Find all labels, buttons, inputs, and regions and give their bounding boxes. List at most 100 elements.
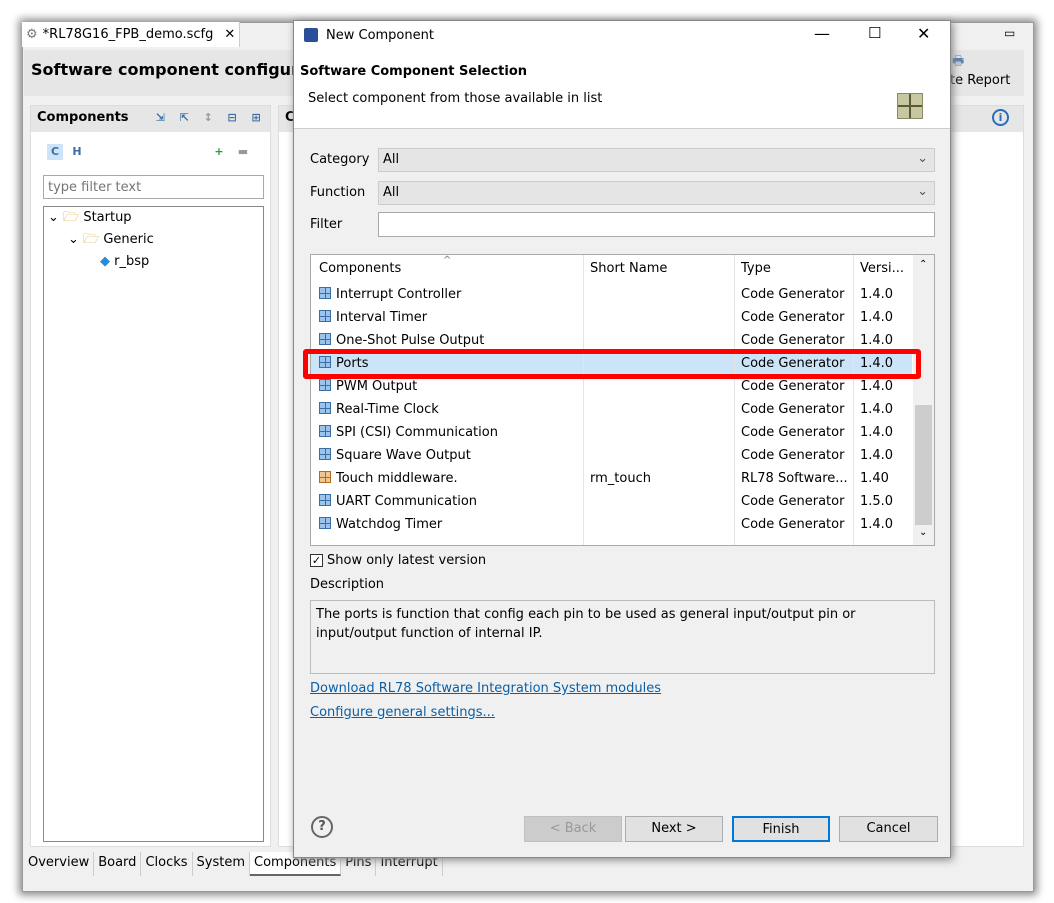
row-component-name: One-Shot Pulse Output [311, 333, 584, 348]
table-row[interactable]: Real-Time Clock Code Generator 1.4.0 [311, 398, 912, 421]
maximize-icon[interactable]: ▭ [1004, 26, 1015, 40]
collapse-all-icon[interactable]: ⊟ [224, 110, 240, 126]
minimize-button[interactable]: — [814, 24, 830, 43]
component-grid-icon [319, 448, 331, 460]
chevron-down-icon[interactable]: ⌄ [68, 232, 79, 247]
dialog-title: New Component [326, 27, 434, 43]
table-row[interactable]: Watchdog Timer Code Generator 1.4.0 [311, 513, 912, 536]
tab-system[interactable]: System [192, 852, 251, 876]
sort-az-icon[interactable]: ↕ [200, 110, 216, 126]
row-component-name: Interval Timer [311, 310, 584, 325]
component-grid-icon [319, 425, 331, 437]
maximize-button[interactable]: ☐ [868, 24, 881, 42]
finish-button[interactable]: Finish [732, 816, 830, 842]
components-panel-title: Components ⇲ ⇱ ↕ ⊟ ⊞ [31, 106, 270, 132]
table-row[interactable]: Interrupt Controller Code Generator 1.4.0 [311, 283, 912, 306]
row-version: 1.4.0 [860, 517, 894, 532]
configure-settings-link[interactable]: Configure general settings... [310, 705, 495, 720]
function-label: Function [310, 185, 366, 200]
row-component-name: Watchdog Timer [311, 517, 584, 532]
table-scrollbar[interactable]: ⌃ ⌄ [913, 255, 934, 545]
row-type: Code Generator [741, 448, 845, 463]
column-version[interactable]: Versi... [854, 255, 912, 283]
chevron-down-icon: ⌄ [917, 151, 928, 166]
download-modules-link[interactable]: Download RL78 Software Integration Syste… [310, 681, 661, 696]
folder-open-icon: 🗁 [83, 232, 100, 247]
component-grid-icon [319, 379, 331, 391]
row-component-name: Touch middleware. [311, 471, 584, 486]
selection-highlight-box [303, 349, 921, 379]
remove-component-icon[interactable]: ▬ [235, 144, 251, 160]
table-row[interactable]: Square Wave Output Code Generator 1.4.0 [311, 444, 912, 467]
table-row[interactable]: Interval Timer Code Generator 1.4.0 [311, 306, 912, 329]
back-button[interactable]: < Back [524, 816, 622, 842]
dialog-header: Software Component Selection Select comp… [294, 49, 950, 129]
close-button[interactable]: ✕ [917, 24, 930, 43]
row-version: 1.4.0 [860, 287, 894, 302]
description-label: Description [310, 577, 385, 592]
table-row[interactable]: SPI (CSI) Communication Code Generator 1.4… [311, 421, 912, 444]
column-components[interactable]: Components ^ [311, 255, 584, 283]
editor-tab-title: *RL78G16_FPB_demo.scfg [42, 27, 214, 42]
help-icon[interactable]: ? [311, 816, 333, 838]
component-grid-icon [319, 287, 331, 299]
row-version: 1.4.0 [860, 310, 894, 325]
component-grid-icon [319, 471, 331, 483]
tree-item-startup[interactable]: ⌄ 🗁 Startup [44, 207, 263, 229]
row-component-name: UART Communication [311, 494, 584, 509]
component-grid-icon [319, 310, 331, 322]
component-filter-input[interactable] [43, 175, 264, 199]
table-row[interactable]: Touch middleware. rm_touch RL78 Software..… [311, 467, 912, 490]
filter-input[interactable] [378, 212, 935, 237]
close-icon[interactable]: ✕ [224, 27, 235, 42]
category-select[interactable]: All ⌄ [378, 148, 935, 172]
row-type: RL78 Software... [741, 471, 848, 486]
chevron-down-icon[interactable]: ⌄ [48, 210, 59, 225]
info-icon[interactable]: i [992, 109, 1009, 126]
tree-item-r-bsp[interactable]: ◆ r_bsp [44, 251, 263, 273]
import-icon[interactable]: ⇲ [152, 110, 168, 126]
expand-all-icon[interactable]: ⊞ [248, 110, 264, 126]
table-row[interactable]: UART Communication Code Generator 1.5.0 [311, 490, 912, 513]
filter-label: Filter [310, 217, 343, 232]
component-grid-icon [319, 333, 331, 345]
editor-tab[interactable]: ⚙ *RL78G16_FPB_demo.scfg ✕ [22, 22, 240, 47]
tree-item-generic[interactable]: ⌄ 🗁 Generic [44, 229, 263, 251]
row-type: Code Generator [741, 287, 845, 302]
next-button[interactable]: Next > [625, 816, 723, 842]
column-type[interactable]: Type [735, 255, 854, 283]
column-short-name[interactable]: Short Name [584, 255, 735, 283]
sort-ascending-icon: ^ [443, 255, 452, 266]
tab-overview[interactable]: Overview [24, 852, 95, 876]
dialog-heading: Software Component Selection [300, 64, 528, 79]
show-latest-checkbox[interactable]: ✓ Show only latest version [310, 553, 486, 568]
dialog-subheading: Select component from those available in… [308, 91, 603, 106]
export-icon[interactable]: ⇱ [176, 110, 192, 126]
row-short-name: rm_touch [590, 471, 651, 486]
component-grid-icon [319, 494, 331, 506]
row-type: Code Generator [741, 494, 845, 509]
row-version: 1.4.0 [860, 333, 894, 348]
checkbox-checked-icon[interactable]: ✓ [310, 554, 323, 567]
row-type: Code Generator [741, 379, 845, 394]
components-table: Components ^ Short Name Type Versi... Int… [310, 254, 935, 546]
header-view-icon[interactable]: H [69, 144, 85, 160]
scroll-down-icon[interactable]: ⌄ [919, 527, 927, 538]
scroll-up-icon[interactable]: ⌃ [919, 259, 927, 270]
scrollbar-thumb[interactable] [915, 405, 932, 525]
add-component-icon[interactable]: + [211, 144, 227, 160]
row-type: Code Generator [741, 517, 845, 532]
dialog-title-bar: New Component — ☐ ✕ [294, 21, 950, 49]
component-grid-icon [897, 93, 923, 119]
component-tree: ⌄ 🗁 Startup ⌄ 🗁 Generic ◆ r_bsp [43, 206, 264, 842]
tab-board[interactable]: Board [94, 852, 142, 876]
tab-clocks[interactable]: Clocks [141, 852, 193, 876]
row-type: Code Generator [741, 402, 845, 417]
row-type: Code Generator [741, 333, 845, 348]
component-view-icon[interactable]: C [47, 144, 63, 160]
row-type: Code Generator [741, 310, 845, 325]
cancel-button[interactable]: Cancel [839, 816, 938, 842]
description-text: The ports is function that config each p… [310, 600, 935, 674]
function-select[interactable]: All ⌄ [378, 181, 935, 205]
new-component-dialog: New Component — ☐ ✕ Software Component S… [293, 20, 951, 858]
